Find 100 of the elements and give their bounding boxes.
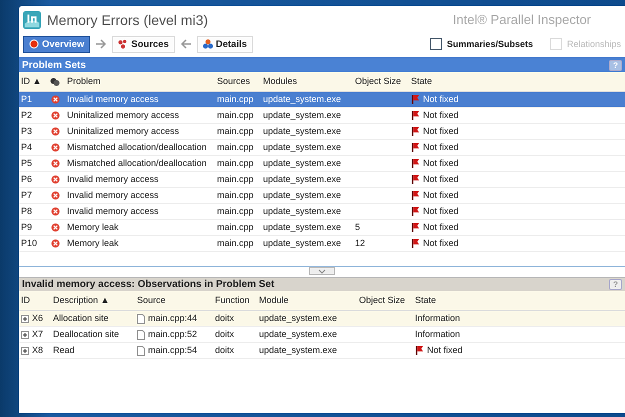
column-header[interactable]: Object Size — [357, 294, 413, 307]
source-cell-text: main.cpp — [216, 141, 255, 154]
error-icon — [50, 207, 60, 216]
id-cell: X7 — [32, 328, 44, 341]
flag-icon — [411, 207, 420, 216]
source-cell-text: main.cpp — [216, 125, 255, 138]
source-cell-text: main.cpp — [216, 157, 255, 170]
id-cell-text: P3 — [20, 125, 34, 138]
expand-icon[interactable] — [21, 346, 29, 354]
column-header[interactable]: Problem — [65, 75, 215, 88]
size-cell: 12 — [355, 237, 366, 250]
nav-tab[interactable]: Overview — [23, 36, 90, 52]
column-header[interactable]: State — [409, 75, 625, 88]
problem-row[interactable]: P2 Uninitalized memory access main.cpp update_system.exe Not fixed — [19, 108, 625, 124]
id-cell-text: P7 — [20, 189, 34, 202]
problem-cell-text: Invalid memory access — [66, 189, 160, 202]
state-cell: Not fixed — [423, 237, 459, 250]
record-icon — [29, 39, 39, 49]
state-cell: Information — [415, 328, 460, 341]
size-cell: 5 — [355, 221, 360, 234]
problem-cell-text: Invalid memory access — [66, 93, 160, 106]
column-header[interactable]: ID — [19, 294, 51, 307]
column-header[interactable]: Sources — [215, 75, 261, 88]
state-cell: Not fixed — [423, 205, 459, 218]
problem-cell-text: Mismatched allocation/deallocation — [66, 141, 208, 154]
flag-icon — [411, 143, 420, 152]
module-cell-text: update_system.exe — [262, 109, 342, 122]
id-cell: X6 — [32, 312, 44, 325]
source-cell: main.cpp:54 — [148, 344, 198, 357]
panel-title: Invalid memory access: Observations in Problem Set — [22, 279, 274, 290]
function-cell-text: doitx — [214, 312, 236, 325]
description-cell-text: Read — [52, 344, 76, 357]
module-cell-text: update_system.exe — [262, 141, 342, 154]
flag-icon — [411, 127, 420, 136]
problem-row[interactable]: P3 Uninitalized memory access main.cpp update_system.exe Not fixed — [19, 124, 625, 140]
source-cell-text: main.cpp — [216, 237, 255, 250]
flag-icon — [411, 191, 420, 200]
state-cell: Not fixed — [423, 173, 459, 186]
state-cell: Not fixed — [423, 221, 459, 234]
id-cell-text: P9 — [20, 221, 34, 234]
source-cell-text: main.cpp — [216, 109, 255, 122]
id-cell-text: P10 — [20, 237, 38, 250]
observation-row[interactable]: X6 Allocation site main.cpp:44 doitx update_system.exe Information — [19, 311, 625, 327]
column-header[interactable]: Object Size — [353, 75, 409, 88]
source-cell-text: main.cpp — [216, 93, 255, 106]
app-logo-icon — [23, 10, 41, 28]
error-icon — [50, 175, 60, 184]
column-header[interactable]: Module — [257, 294, 357, 307]
problem-cell-text: Uninitalized memory access — [66, 125, 180, 138]
circles-icon — [202, 39, 213, 49]
flag-icon — [411, 95, 420, 104]
module-cell-text: update_system.exe — [262, 205, 342, 218]
flag-icon — [411, 159, 420, 168]
column-header[interactable]: State — [413, 294, 625, 307]
problem-row[interactable]: P9 Memory leak main.cpp update_system.exe 5 Not fixed — [19, 220, 625, 236]
problem-row[interactable]: P6 Invalid memory access main.cpp update_system.exe Not fixed — [19, 172, 625, 188]
id-cell-text: P5 — [20, 157, 34, 170]
state-cell: Not fixed — [423, 157, 459, 170]
observation-row[interactable]: X7 Deallocation site main.cpp:52 doitx update_system.exe Information — [19, 327, 625, 343]
problem-cell-text: Memory leak — [66, 221, 120, 234]
state-cell: Not fixed — [423, 141, 459, 154]
column-header[interactable]: Function — [213, 294, 257, 307]
nav-tab[interactable]: Details — [196, 36, 253, 52]
state-cell: Information — [415, 312, 460, 325]
column-header[interactable]: ID ▲ — [19, 75, 45, 88]
error-icon — [50, 223, 60, 232]
flag-icon — [411, 175, 420, 184]
state-cell: Not fixed — [427, 344, 463, 357]
column-header[interactable]: Modules — [261, 75, 353, 88]
state-cell: Not fixed — [423, 109, 459, 122]
id-cell: X8 — [32, 344, 44, 357]
module-cell-text: update_system.exe — [262, 125, 342, 138]
expand-icon[interactable] — [21, 330, 29, 338]
problem-row[interactable]: P7 Invalid memory access main.cpp update_system.exe Not fixed — [19, 188, 625, 204]
problem-row[interactable]: P1 Invalid memory access main.cpp update_system.exe Not fixed — [19, 92, 625, 108]
error-icon — [50, 239, 60, 248]
column-header[interactable]: Description ▲ — [51, 294, 135, 307]
function-cell-text: doitx — [214, 344, 236, 357]
bugs-icon — [50, 76, 60, 86]
problem-row[interactable]: P4 Mismatched allocation/deallocation main.cpp update_system.exe Not fixed — [19, 140, 625, 156]
problem-row[interactable]: P5 Mismatched allocation/deallocation main.cpp update_system.exe Not fixed — [19, 156, 625, 172]
expand-icon[interactable] — [21, 314, 29, 322]
left-arrow-icon — [180, 39, 192, 49]
problem-cell-text: Invalid memory access — [66, 173, 160, 186]
module-cell-text: update_system.exe — [262, 221, 342, 234]
module-cell-text: update_system.exe — [262, 93, 342, 106]
module-cell-text: update_system.exe — [262, 237, 342, 250]
splitter-handle-icon[interactable] — [309, 267, 335, 275]
source-cell-text: main.cpp — [216, 205, 255, 218]
error-icon — [50, 127, 60, 136]
module-cell-text: update_system.exe — [262, 173, 342, 186]
column-header[interactable]: Source — [135, 294, 213, 307]
option-checkbox[interactable]: Summaries/Subsets — [430, 38, 533, 50]
error-icon — [50, 111, 60, 120]
id-cell-text: P2 — [20, 109, 34, 122]
nav-tab[interactable]: Sources — [112, 36, 175, 52]
problem-row[interactable]: P8 Invalid memory access main.cpp update_system.exe Not fixed — [19, 204, 625, 220]
id-cell-text: P8 — [20, 205, 34, 218]
right-arrow-icon — [95, 39, 108, 49]
flag-icon — [411, 239, 420, 248]
